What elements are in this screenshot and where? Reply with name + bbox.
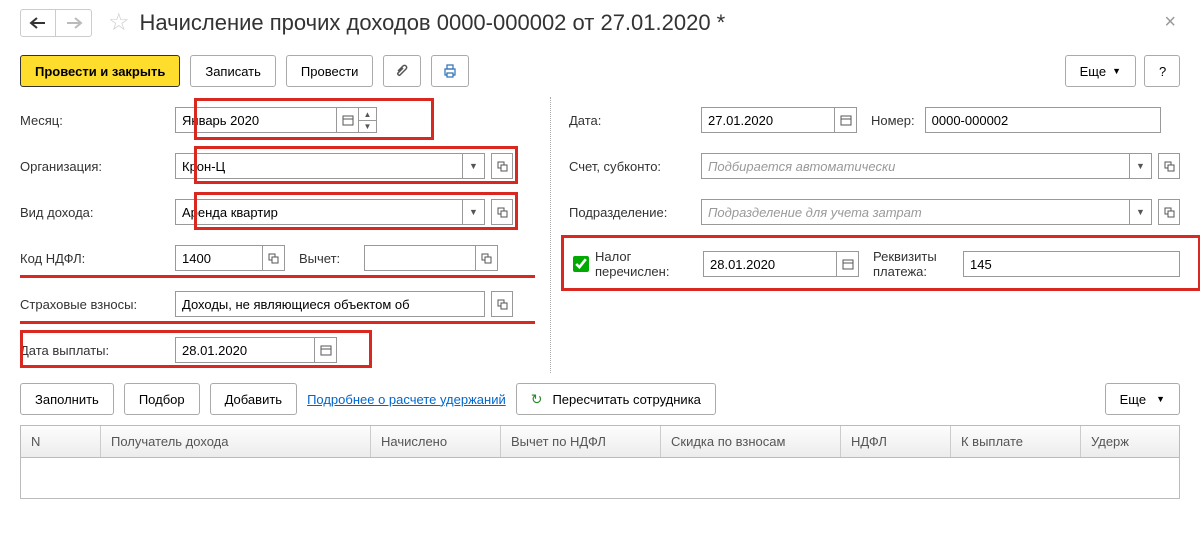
payment-date-label: Дата выплаты: xyxy=(20,343,175,358)
org-input[interactable] xyxy=(175,153,463,179)
tax-paid-date-input[interactable] xyxy=(703,251,837,277)
col-accrued[interactable]: Начислено xyxy=(371,426,501,457)
col-recipient[interactable]: Получатель дохода xyxy=(101,426,371,457)
deduction-input[interactable] xyxy=(364,245,476,271)
post-and-close-button[interactable]: Провести и закрыть xyxy=(20,55,180,87)
dropdown-icon[interactable]: ▼ xyxy=(463,153,485,179)
favorite-icon[interactable]: ☆ xyxy=(108,8,130,37)
fill-button[interactable]: Заполнить xyxy=(20,383,114,415)
month-up-button[interactable]: ▲ xyxy=(359,107,377,120)
dropdown-icon[interactable]: ▼ xyxy=(463,199,485,225)
recalc-button[interactable]: ↻Пересчитать сотрудника xyxy=(516,383,716,415)
number-input[interactable] xyxy=(925,107,1161,133)
open-icon[interactable] xyxy=(263,245,285,271)
col-n[interactable]: N xyxy=(21,426,101,457)
open-icon[interactable] xyxy=(1158,199,1180,225)
payment-req-label: Реквизиты платежа: xyxy=(873,249,963,279)
calendar-icon[interactable] xyxy=(315,337,337,363)
payment-date-input[interactable] xyxy=(175,337,315,363)
ndfl-code-input[interactable] xyxy=(175,245,263,271)
details-link[interactable]: Подробнее о расчете удержаний xyxy=(307,392,506,407)
col-deduction[interactable]: Вычет по НДФЛ xyxy=(501,426,661,457)
income-table: N Получатель дохода Начислено Вычет по Н… xyxy=(20,425,1180,499)
calendar-icon[interactable] xyxy=(837,251,859,277)
page-title: Начисление прочих доходов 0000-000002 от… xyxy=(140,10,726,36)
calendar-icon[interactable] xyxy=(337,107,359,133)
print-button[interactable] xyxy=(431,55,469,87)
account-label: Счет, субконто: xyxy=(569,159,701,174)
date-label: Дата: xyxy=(569,113,701,128)
open-icon[interactable] xyxy=(1158,153,1180,179)
insurance-label: Страховые взносы: xyxy=(20,297,175,312)
date-input[interactable] xyxy=(701,107,835,133)
dept-label: Подразделение: xyxy=(569,205,701,220)
more-button[interactable]: Еще▼ xyxy=(1065,55,1136,87)
ndfl-code-label: Код НДФЛ: xyxy=(20,251,175,266)
col-discount[interactable]: Скидка по взносам xyxy=(661,426,841,457)
income-type-input[interactable] xyxy=(175,199,463,225)
month-input[interactable] xyxy=(175,107,337,133)
chevron-down-icon: ▼ xyxy=(1112,66,1121,76)
post-button[interactable]: Провести xyxy=(286,55,374,87)
col-ndfl[interactable]: НДФЛ xyxy=(841,426,951,457)
close-icon[interactable]: × xyxy=(1160,11,1180,34)
forward-button[interactable] xyxy=(56,9,92,37)
highlight xyxy=(20,321,535,324)
insurance-input[interactable] xyxy=(175,291,485,317)
income-type-label: Вид дохода: xyxy=(20,205,175,220)
open-icon[interactable] xyxy=(491,199,513,225)
tax-paid-checkbox[interactable] xyxy=(573,256,589,272)
payment-req-input[interactable] xyxy=(963,251,1180,277)
dept-input[interactable] xyxy=(701,199,1130,225)
open-icon[interactable] xyxy=(491,153,513,179)
calendar-icon[interactable] xyxy=(835,107,857,133)
number-label: Номер: xyxy=(871,113,915,128)
account-input[interactable] xyxy=(701,153,1130,179)
open-icon[interactable] xyxy=(476,245,498,271)
table-body[interactable] xyxy=(21,458,1179,498)
month-down-button[interactable]: ▼ xyxy=(359,120,377,133)
deduction-label: Вычет: xyxy=(299,251,364,266)
tax-paid-label: Налог перечислен: xyxy=(595,249,703,279)
help-button[interactable]: ? xyxy=(1144,55,1180,87)
more-table-button[interactable]: Еще▼ xyxy=(1105,383,1180,415)
refresh-icon: ↻ xyxy=(531,391,543,408)
col-pay[interactable]: К выплате xyxy=(951,426,1081,457)
chevron-down-icon: ▼ xyxy=(1156,394,1165,404)
month-label: Месяц: xyxy=(20,113,175,128)
attach-button[interactable] xyxy=(383,55,421,87)
dropdown-icon[interactable]: ▼ xyxy=(1130,153,1152,179)
back-button[interactable] xyxy=(20,9,56,37)
open-icon[interactable] xyxy=(491,291,513,317)
col-withhold[interactable]: Удерж xyxy=(1081,426,1179,457)
org-label: Организация: xyxy=(20,159,175,174)
dropdown-icon[interactable]: ▼ xyxy=(1130,199,1152,225)
pick-button[interactable]: Подбор xyxy=(124,383,200,415)
add-button[interactable]: Добавить xyxy=(210,383,297,415)
highlight xyxy=(20,275,535,278)
write-button[interactable]: Записать xyxy=(190,55,276,87)
